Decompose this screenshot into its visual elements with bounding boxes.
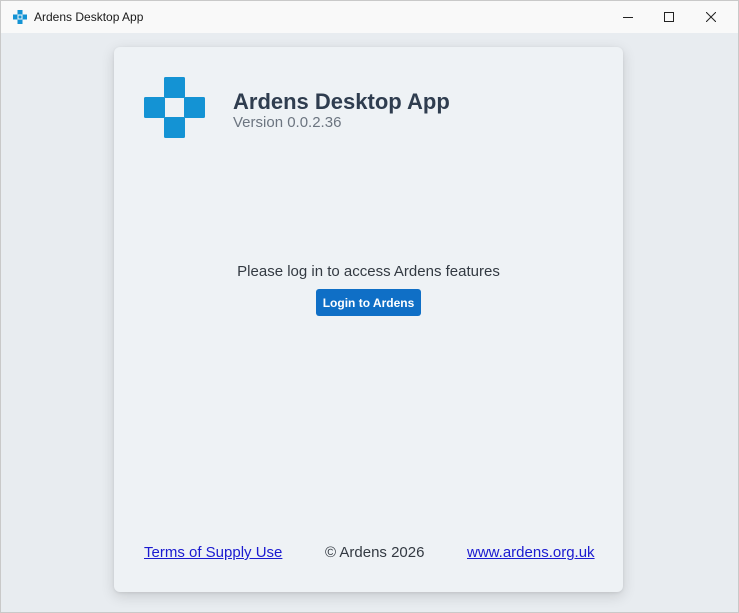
client-area: Ardens Desktop App Version 0.0.2.36 Plea… — [1, 33, 738, 612]
app-window: Ardens Desktop App Ardens Desktop App Ve… — [0, 0, 739, 613]
app-title: Ardens Desktop App — [233, 89, 450, 114]
title-bar[interactable]: Ardens Desktop App — [1, 1, 738, 33]
close-button[interactable] — [689, 1, 733, 33]
ardens-app-icon — [13, 10, 27, 24]
login-card: Ardens Desktop App Version 0.0.2.36 Plea… — [114, 47, 623, 592]
minimize-button[interactable] — [606, 1, 650, 33]
login-button[interactable]: Login to Ardens — [316, 289, 421, 316]
terms-of-supply-link[interactable]: Terms of Supply Use — [144, 544, 282, 561]
website-link[interactable]: www.ardens.org.uk — [467, 544, 595, 561]
maximize-icon — [664, 12, 674, 22]
ardens-cross-logo-icon — [144, 77, 205, 138]
window-title: Ardens Desktop App — [34, 10, 144, 24]
minimize-icon — [623, 12, 633, 22]
close-icon — [706, 12, 716, 22]
app-version: Version 0.0.2.36 — [233, 114, 342, 131]
maximize-button[interactable] — [647, 1, 691, 33]
login-prompt: Please log in to access Ardens features — [237, 263, 500, 280]
copyright-text: © Ardens 2026 — [325, 544, 425, 561]
